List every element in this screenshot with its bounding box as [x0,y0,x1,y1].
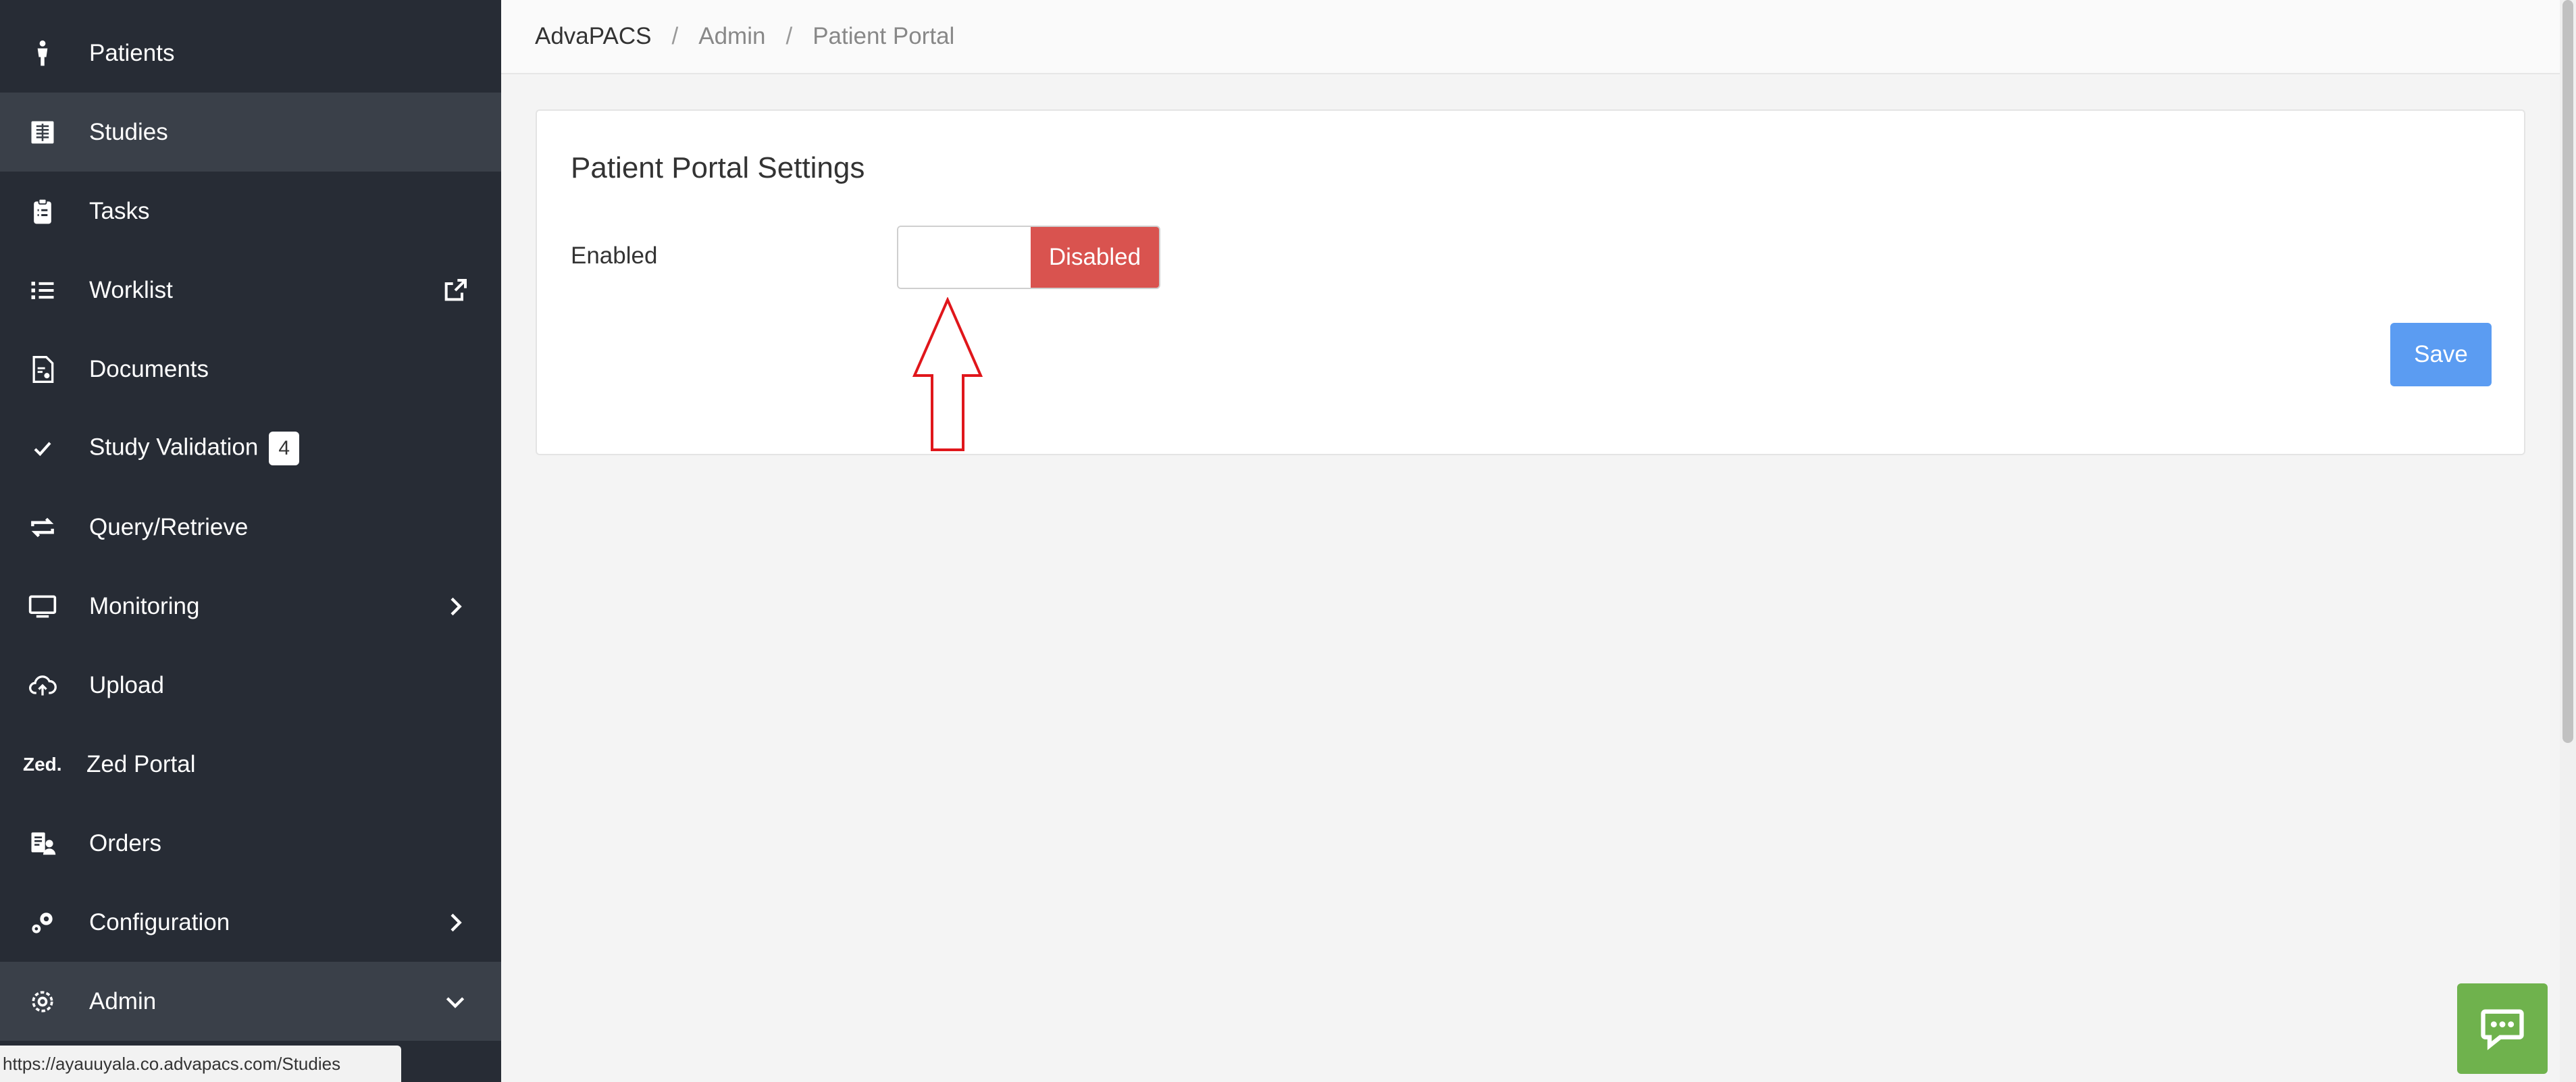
sidebar-item-label: Upload [89,671,164,698]
document-icon [26,353,59,386]
gear-icon [26,985,59,1019]
card-title: Patient Portal Settings [571,151,865,184]
sidebar-item-label: Tasks [89,197,150,224]
cogs-icon [26,906,59,939]
annotation-arrow [912,297,983,451]
sidebar-item-studies[interactable]: Studies [0,93,501,172]
topbar: AdvaPACS / Admin / Patient Portal [501,0,2560,74]
breadcrumb-root[interactable]: AdvaPACS [535,23,652,50]
chat-widget-button[interactable] [2457,983,2548,1074]
sidebar-item-label: Monitoring [89,592,200,619]
breadcrumb: AdvaPACS / Admin / Patient Portal [535,0,954,73]
sidebar-item-label: Study Validation [89,433,259,460]
cloud-upload-icon [26,669,59,702]
studies-icon [26,115,59,149]
status-bar-url: https://ayauuyala.co.advapacs.com/Studie… [0,1046,401,1082]
monitor-icon [26,590,59,623]
person-icon [26,36,59,70]
sidebar-item-documents[interactable]: Documents [0,330,501,409]
chevron-right-icon[interactable] [440,908,470,937]
sidebar-item-label: Admin [89,987,157,1014]
zed-logo: Zed. [23,753,62,775]
count-badge: 4 [269,431,300,465]
sidebar-item-tasks[interactable]: Tasks [0,172,501,251]
breadcrumb-separator: / [671,23,679,49]
enabled-toggle[interactable]: Disabled [897,226,1160,289]
orders-icon [26,827,59,860]
sidebar-item-label: Query/Retrieve [89,513,249,540]
sidebar-item-label: Configuration [89,908,230,935]
chat-icon [2481,1009,2524,1050]
sidebar-item-label: Orders [89,829,161,856]
sidebar-item-configuration[interactable]: Configuration [0,883,501,962]
chevron-down-icon[interactable] [440,987,470,1016]
sidebar-item-patients[interactable]: Patients [0,14,501,93]
enabled-label: Enabled [571,242,658,269]
sidebar-item-label: Worklist [89,276,173,303]
page-scrollbar[interactable] [2560,0,2576,1082]
sidebar-item-monitoring[interactable]: Monitoring [0,567,501,646]
clipboard-icon [26,195,59,228]
sidebar-item-label: Studies [89,118,168,145]
sidebar-item-orders[interactable]: Orders [0,804,501,883]
external-link-icon[interactable] [440,276,470,305]
sidebar-item-zed-portal[interactable]: Zed. Zed Portal [0,725,501,804]
toggle-knob[interactable] [898,227,1031,288]
retweet-icon [26,511,59,544]
patient-portal-settings-card: Patient Portal Settings Enabled Disabled… [536,109,2525,455]
sidebar-item-worklist[interactable]: Worklist [0,251,501,330]
chevron-right-icon[interactable] [440,592,470,621]
breadcrumb-separator: / [785,23,793,49]
sidebar-item-label: Documents [89,355,209,382]
sidebar-item-query-retrieve[interactable]: Query/Retrieve [0,488,501,567]
sidebar-item-study-validation[interactable]: Study Validation 4 [0,409,501,488]
breadcrumb-admin[interactable]: Admin [698,23,765,50]
toggle-state-disabled[interactable]: Disabled [1031,227,1159,288]
breadcrumb-patient-portal: Patient Portal [813,23,955,49]
check-icon [26,432,59,465]
sidebar: Patients Studies Tasks Worklist Document… [0,0,501,1082]
scrollbar-thumb[interactable] [2562,0,2573,743]
sidebar-item-upload[interactable]: Upload [0,646,501,725]
sidebar-item-admin[interactable]: Admin [0,962,501,1041]
sidebar-item-label: Patients [89,39,175,66]
sidebar-item-label: Zed Portal [86,750,196,777]
save-button[interactable]: Save [2390,323,2492,386]
list-icon [26,274,59,307]
